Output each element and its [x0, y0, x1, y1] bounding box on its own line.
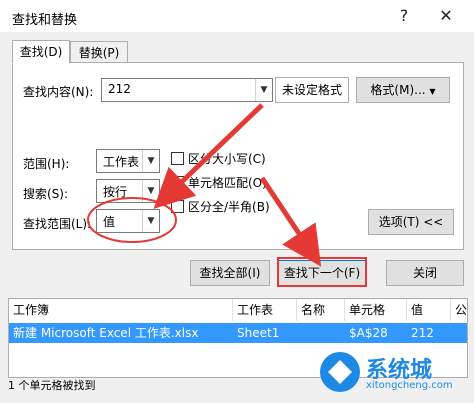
cell-address: $A$28: [349, 326, 388, 340]
column-header-cell[interactable]: 单元格: [345, 299, 407, 321]
scope-value: 工作表: [103, 155, 140, 169]
look-in-value: 值: [103, 215, 116, 229]
find-what-combo[interactable]: 212 ▼: [101, 78, 273, 102]
options-button[interactable]: 选项(T) <<: [368, 209, 454, 235]
find-next-button[interactable]: 查找下一个(F): [278, 260, 366, 286]
search-order-select[interactable]: 按行 ▼: [96, 179, 160, 203]
find-what-value: 212: [108, 82, 131, 96]
column-header-name[interactable]: 名称: [297, 299, 345, 321]
match-case-label: 区分大小写(C): [188, 152, 266, 166]
cell-name: [297, 323, 345, 343]
look-in-select[interactable]: 值 ▼: [96, 209, 160, 233]
match-cell-checkbox[interactable]: 单元格匹配(O): [171, 174, 267, 191]
look-in-label: 查找范围(L):: [23, 217, 92, 231]
dialog-title: 查找和替换: [12, 13, 78, 28]
cell-value: 212: [411, 326, 434, 340]
scope-label: 范围(H):: [23, 157, 70, 171]
chevron-down-icon[interactable]: ▼: [255, 79, 272, 101]
help-button[interactable]: ?: [390, 4, 418, 28]
format-button-label: 格式(M)...: [370, 83, 426, 97]
column-header-formula[interactable]: 公: [451, 299, 467, 321]
column-header-workbook[interactable]: 工作簿: [9, 299, 233, 321]
chevron-down-icon[interactable]: ▼: [142, 180, 159, 202]
cell-sheet: Sheet1: [237, 326, 280, 340]
search-order-value: 按行: [103, 185, 128, 199]
caret-down-icon: ▼: [429, 87, 436, 96]
checkbox-box[interactable]: [171, 152, 184, 165]
chevron-down-icon[interactable]: ▼: [142, 150, 159, 172]
checkbox-box[interactable]: [171, 200, 184, 213]
format-status: 未设定格式: [275, 77, 349, 103]
format-button[interactable]: 格式(M)... ▼: [356, 77, 450, 103]
match-cell-label: 单元格匹配(O): [188, 176, 267, 190]
close-icon[interactable]: ✕: [432, 4, 460, 28]
find-all-button[interactable]: 查找全部(I): [190, 260, 270, 286]
scope-select[interactable]: 工作表 ▼: [96, 149, 160, 173]
cell-workbook: 新建 Microsoft Excel 工作表.xlsx: [13, 326, 199, 340]
watermark: 系统城 xitongcheng.com: [318, 350, 468, 398]
find-replace-dialog: 查找和替换 ? ✕ 查找(D) 替换(P) 查找内容(N): 212 ▼ 未设定…: [0, 0, 474, 403]
title-bar: 查找和替换 ? ✕: [0, 0, 474, 32]
chevron-down-icon[interactable]: ▼: [142, 210, 159, 232]
logo-icon: [320, 352, 360, 392]
checkbox-box[interactable]: [171, 176, 184, 189]
match-width-checkbox[interactable]: 区分全/半角(B): [171, 198, 270, 215]
close-button[interactable]: 关闭: [386, 260, 464, 286]
match-width-label: 区分全/半角(B): [188, 200, 270, 214]
column-header-sheet[interactable]: 工作表: [233, 299, 297, 321]
column-header-value[interactable]: 值: [407, 299, 451, 321]
match-case-checkbox[interactable]: 区分大小写(C): [171, 150, 266, 167]
tab-replace[interactable]: 替换(P): [70, 41, 128, 64]
status-text: 1 个单元格被找到: [8, 379, 96, 392]
watermark-site: xitongcheng.com: [366, 380, 453, 391]
tab-find[interactable]: 查找(D): [12, 40, 70, 64]
find-what-label: 查找内容(N):: [23, 85, 94, 99]
search-order-label: 搜索(S):: [23, 187, 69, 201]
find-panel: 查找内容(N): 212 ▼ 未设定格式 格式(M)... ▼ 范围(H): 工…: [12, 62, 464, 250]
table-row[interactable]: 新建 Microsoft Excel 工作表.xlsx Sheet1 $A$28…: [9, 323, 467, 343]
